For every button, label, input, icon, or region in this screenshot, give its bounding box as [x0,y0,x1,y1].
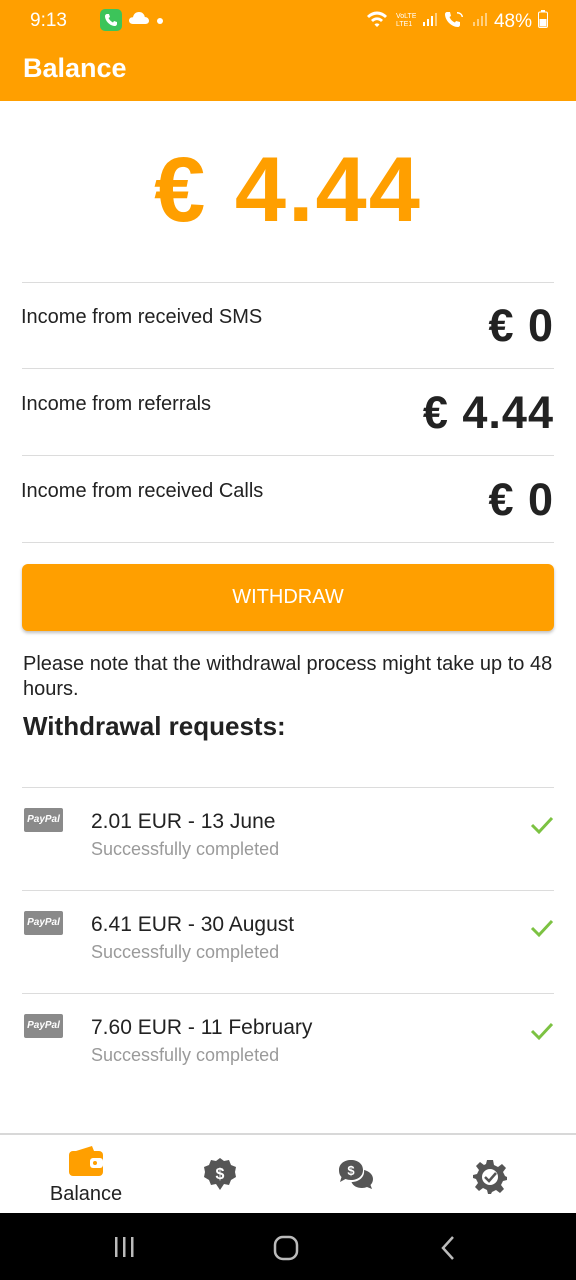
income-row-referrals: Income from referrals € 4.44 [0,369,576,455]
check-icon [530,816,554,835]
balance-amount: € 4.44 [154,139,422,241]
svg-text:LTE1: LTE1 [396,21,412,28]
check-icon [530,919,554,938]
income-value: € 4.44 [422,387,554,438]
settings-gear-icon [473,1160,507,1194]
withdrawal-requests-title: Withdrawal requests: [23,711,286,741]
notification-icons [100,9,164,31]
nav-label: Balance [49,1183,123,1205]
wifi-icon [366,10,388,34]
nav-messages[interactable]: $ [284,1135,428,1215]
home-icon[interactable] [272,1235,300,1261]
battery-icon [538,10,548,34]
check-icon [530,1022,554,1041]
paypal-icon: PayPal [24,911,63,935]
income-row-calls: Income from received Calls € 0 [0,456,576,542]
volte-icon: VoLTE LTE1 [394,10,417,34]
wifi-call-icon [444,10,466,34]
back-icon[interactable] [438,1235,458,1261]
bottom-nav: Balance $ $ [0,1133,576,1213]
divider [22,542,554,543]
list-item[interactable]: PayPal 6.41 EUR - 30 August Successfully… [22,890,554,993]
paypal-icon: PayPal [24,808,63,832]
list-item[interactable]: PayPal 7.60 EUR - 11 February Successful… [22,993,554,1096]
signal-icon [472,11,488,33]
request-status: Successfully completed [91,839,280,859]
status-time: 9:13 [30,10,67,31]
nav-balance[interactable]: Balance [14,1135,158,1215]
income-label: Income from referrals [21,393,212,415]
dot-icon [156,9,164,31]
list-item[interactable]: PayPal 2.01 EUR - 13 June Successfully c… [22,787,554,890]
cloud-icon [128,9,150,31]
request-amount: 2.01 EUR - 13 June [91,810,276,833]
nav-earnings[interactable]: $ [148,1135,292,1215]
page-title: Balance [23,53,127,83]
phone-app-icon [100,9,122,31]
income-label: Income from received SMS [21,306,263,328]
income-value: € 0 [488,300,554,351]
withdraw-note: Please note that the withdrawal process … [23,653,553,700]
app-bar: Balance [0,42,576,101]
chat-money-icon: $ [339,1160,373,1189]
income-label: Income from received Calls [21,480,264,502]
income-row-sms: Income from received SMS € 0 [0,282,576,368]
system-nav-bar [0,1213,576,1280]
request-status: Successfully completed [91,1045,280,1065]
withdraw-button[interactable]: WITHDRAW [22,564,554,631]
system-indicators: VoLTE LTE1 48% [366,10,548,34]
paypal-icon: PayPal [24,1014,63,1038]
nav-settings[interactable] [418,1135,562,1215]
svg-text:VoLTE: VoLTE [396,13,416,20]
signal-icon [422,11,438,33]
wallet-icon [69,1146,103,1176]
income-value: € 0 [488,474,554,525]
request-amount: 7.60 EUR - 11 February [91,1016,313,1039]
svg-text:$: $ [216,1166,225,1183]
request-status: Successfully completed [91,942,280,962]
request-amount: 6.41 EUR - 30 August [91,913,295,936]
battery-percent: 48% [493,11,532,32]
dollar-badge-icon: $ [204,1158,236,1190]
status-bar: 9:13 VoLTE LTE1 48% [0,0,576,42]
recent-apps-icon[interactable] [112,1235,136,1259]
svg-text:$: $ [347,1163,355,1178]
